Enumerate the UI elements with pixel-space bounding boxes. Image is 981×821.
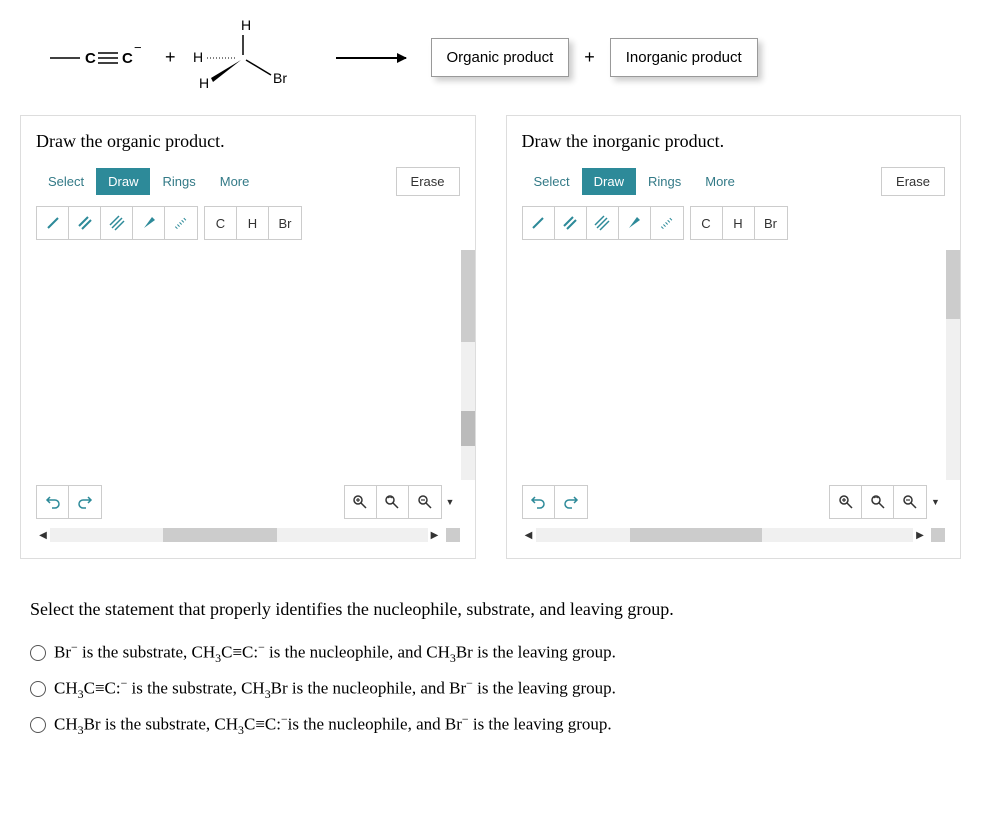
atom-tool-group: C H Br	[690, 206, 788, 240]
atom-br-button[interactable]: Br	[755, 207, 787, 239]
radio-b[interactable]	[30, 681, 46, 697]
atom-h-button[interactable]: H	[723, 207, 755, 239]
bond-tool-group	[522, 206, 684, 240]
zoom-group	[344, 485, 442, 519]
zoom-reset-icon[interactable]	[377, 486, 409, 518]
dash-bond-icon[interactable]	[165, 207, 197, 239]
inorganic-panel-title: Draw the inorganic product.	[522, 131, 946, 152]
dash-bond-icon[interactable]	[651, 207, 683, 239]
triple-bond-icon[interactable]	[587, 207, 619, 239]
tab-select[interactable]: Select	[36, 168, 96, 195]
atom-tool-group: C H Br	[204, 206, 302, 240]
answer-options: Br− is the substrate, CH3C≡C:− is the nu…	[10, 640, 971, 738]
option-a[interactable]: Br− is the substrate, CH3C≡C:− is the nu…	[30, 640, 951, 666]
bottom-tools-left: ▼	[36, 485, 460, 519]
tab-draw[interactable]: Draw	[96, 168, 150, 195]
atom-c-button[interactable]: C	[205, 207, 237, 239]
tab-draw[interactable]: Draw	[582, 168, 636, 195]
inorganic-product-box: Inorganic product	[610, 38, 758, 77]
dropdown-arrow-icon[interactable]: ▼	[446, 497, 460, 507]
tab-select[interactable]: Select	[522, 168, 582, 195]
wedge-bond-icon[interactable]	[619, 207, 651, 239]
double-bond-icon[interactable]	[555, 207, 587, 239]
atom-h-button[interactable]: H	[237, 207, 269, 239]
horizontal-scrollbar[interactable]: ◀ ▶	[36, 527, 460, 543]
atom-c-button[interactable]: C	[691, 207, 723, 239]
radio-a[interactable]	[30, 645, 46, 661]
bond-tool-group	[36, 206, 198, 240]
drawing-panels: Draw the organic product. Select Draw Ri…	[10, 115, 971, 559]
bottom-tools-right: ▼	[522, 485, 946, 519]
tool-row-right: C H Br	[522, 206, 946, 240]
svg-text:H: H	[193, 49, 203, 65]
tab-more[interactable]: More	[208, 168, 262, 195]
zoom-reset-icon[interactable]	[862, 486, 894, 518]
drawing-canvas-right[interactable]	[522, 250, 946, 480]
svg-text:−: −	[134, 40, 142, 55]
tool-row-left: C H Br	[36, 206, 460, 240]
single-bond-icon[interactable]	[523, 207, 555, 239]
drawing-canvas-left[interactable]	[36, 250, 460, 480]
zoom-group	[829, 485, 927, 519]
organic-product-box: Organic product	[431, 38, 570, 77]
tab-row-right: Select Draw Rings More Erase	[522, 167, 946, 196]
undo-icon[interactable]	[37, 486, 69, 518]
option-b[interactable]: CH3C≡C:− is the substrate, CH3Br is the …	[30, 676, 951, 702]
tab-rings[interactable]: Rings	[150, 168, 207, 195]
zoom-out-icon[interactable]	[409, 486, 441, 518]
triple-bond-icon[interactable]	[101, 207, 133, 239]
scroll-left-icon[interactable]: ◀	[36, 530, 50, 541]
double-bond-icon[interactable]	[69, 207, 101, 239]
tab-more[interactable]: More	[693, 168, 747, 195]
undo-icon[interactable]	[523, 486, 555, 518]
reactant-acetylide: C C −	[40, 38, 150, 78]
question-text: Select the statement that properly ident…	[10, 559, 971, 640]
reaction-scheme: C C − + H H H Br Organic product + Inorg…	[10, 10, 971, 115]
erase-button[interactable]: Erase	[881, 167, 945, 196]
zoom-in-icon[interactable]	[345, 486, 377, 518]
option-c[interactable]: CH3Br is the substrate, CH3C≡C:−is the n…	[30, 712, 951, 738]
scroll-right-icon[interactable]: ▶	[913, 530, 927, 541]
tab-row-left: Select Draw Rings More Erase	[36, 167, 460, 196]
undo-redo-group	[522, 485, 588, 519]
scroll-left-icon[interactable]: ◀	[522, 530, 536, 541]
single-bond-icon[interactable]	[37, 207, 69, 239]
radio-c[interactable]	[30, 717, 46, 733]
svg-text:H: H	[241, 20, 251, 33]
erase-button[interactable]: Erase	[396, 167, 460, 196]
option-a-text: Br− is the substrate, CH3C≡C:− is the nu…	[54, 640, 616, 666]
organic-panel: Draw the organic product. Select Draw Ri…	[20, 115, 476, 559]
organic-panel-title: Draw the organic product.	[36, 131, 460, 152]
redo-icon[interactable]	[69, 486, 101, 518]
plus-sign-2: +	[584, 47, 595, 68]
option-b-text: CH3C≡C:− is the substrate, CH3Br is the …	[54, 676, 616, 702]
svg-text:H: H	[199, 75, 209, 91]
redo-icon[interactable]	[555, 486, 587, 518]
inorganic-panel: Draw the inorganic product. Select Draw …	[506, 115, 962, 559]
scroll-right-icon[interactable]: ▶	[428, 530, 442, 541]
tab-rings[interactable]: Rings	[636, 168, 693, 195]
dropdown-arrow-icon[interactable]: ▼	[931, 497, 945, 507]
undo-redo-group	[36, 485, 102, 519]
svg-text:C: C	[122, 50, 133, 67]
reactant-ch3br: H H H Br	[191, 20, 311, 95]
wedge-bond-icon[interactable]	[133, 207, 165, 239]
vertical-scrollbar[interactable]	[946, 250, 960, 480]
option-c-text: CH3Br is the substrate, CH3C≡C:−is the n…	[54, 712, 612, 738]
atom-br-button[interactable]: Br	[269, 207, 301, 239]
plus-sign-1: +	[165, 47, 176, 68]
vertical-scrollbar[interactable]	[461, 250, 475, 480]
svg-text:C: C	[85, 50, 96, 67]
svg-text:Br: Br	[273, 70, 287, 86]
horizontal-scrollbar[interactable]: ◀ ▶	[522, 527, 946, 543]
zoom-in-icon[interactable]	[830, 486, 862, 518]
zoom-out-icon[interactable]	[894, 486, 926, 518]
reaction-arrow	[336, 57, 406, 59]
